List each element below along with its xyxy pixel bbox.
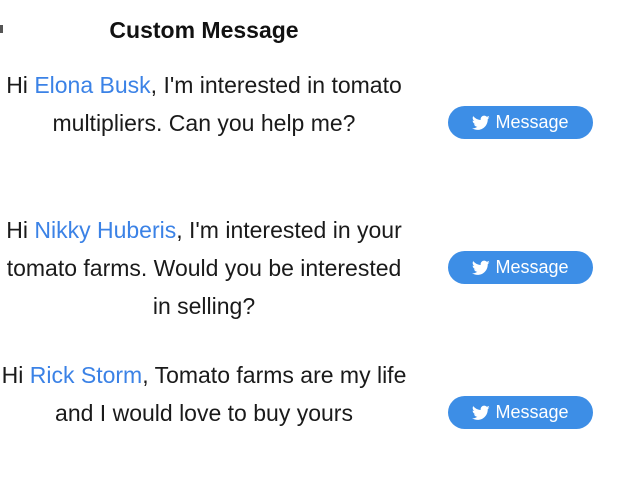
message-button-label: Message	[495, 402, 569, 422]
message-greeting: Hi	[6, 217, 35, 243]
twitter-bird-icon	[472, 405, 491, 421]
twitter-bird-icon	[472, 260, 491, 276]
page-title: Custom Message	[109, 17, 299, 43]
recipient-name-link[interactable]: Nikky Huberis	[34, 217, 176, 243]
twitter-bird-icon	[472, 115, 491, 131]
message-button[interactable]: Message	[448, 106, 593, 139]
recipient-name-link[interactable]: Elona Busk	[34, 72, 150, 98]
message-button[interactable]: Message	[448, 251, 593, 284]
message-row: Hi Nikky Huberis, I'm interested in your…	[0, 211, 640, 325]
recipient-name-link[interactable]: Rick Storm	[30, 362, 142, 388]
message-button-label: Message	[495, 257, 569, 277]
message-greeting: Hi	[1, 362, 30, 388]
message-button-label: Message	[495, 112, 569, 132]
message-text: Hi Elona Busk, I'm interested in tomato …	[0, 66, 408, 142]
message-text: Hi Nikky Huberis, I'm interested in your…	[0, 211, 408, 325]
message-button[interactable]: Message	[448, 396, 593, 429]
message-row: Hi Rick Storm, Tomato farms are my life …	[0, 356, 640, 470]
message-text: Hi Rick Storm, Tomato farms are my life …	[0, 356, 408, 432]
message-row: Hi Elona Busk, I'm interested in tomato …	[0, 66, 640, 180]
message-greeting: Hi	[6, 72, 35, 98]
